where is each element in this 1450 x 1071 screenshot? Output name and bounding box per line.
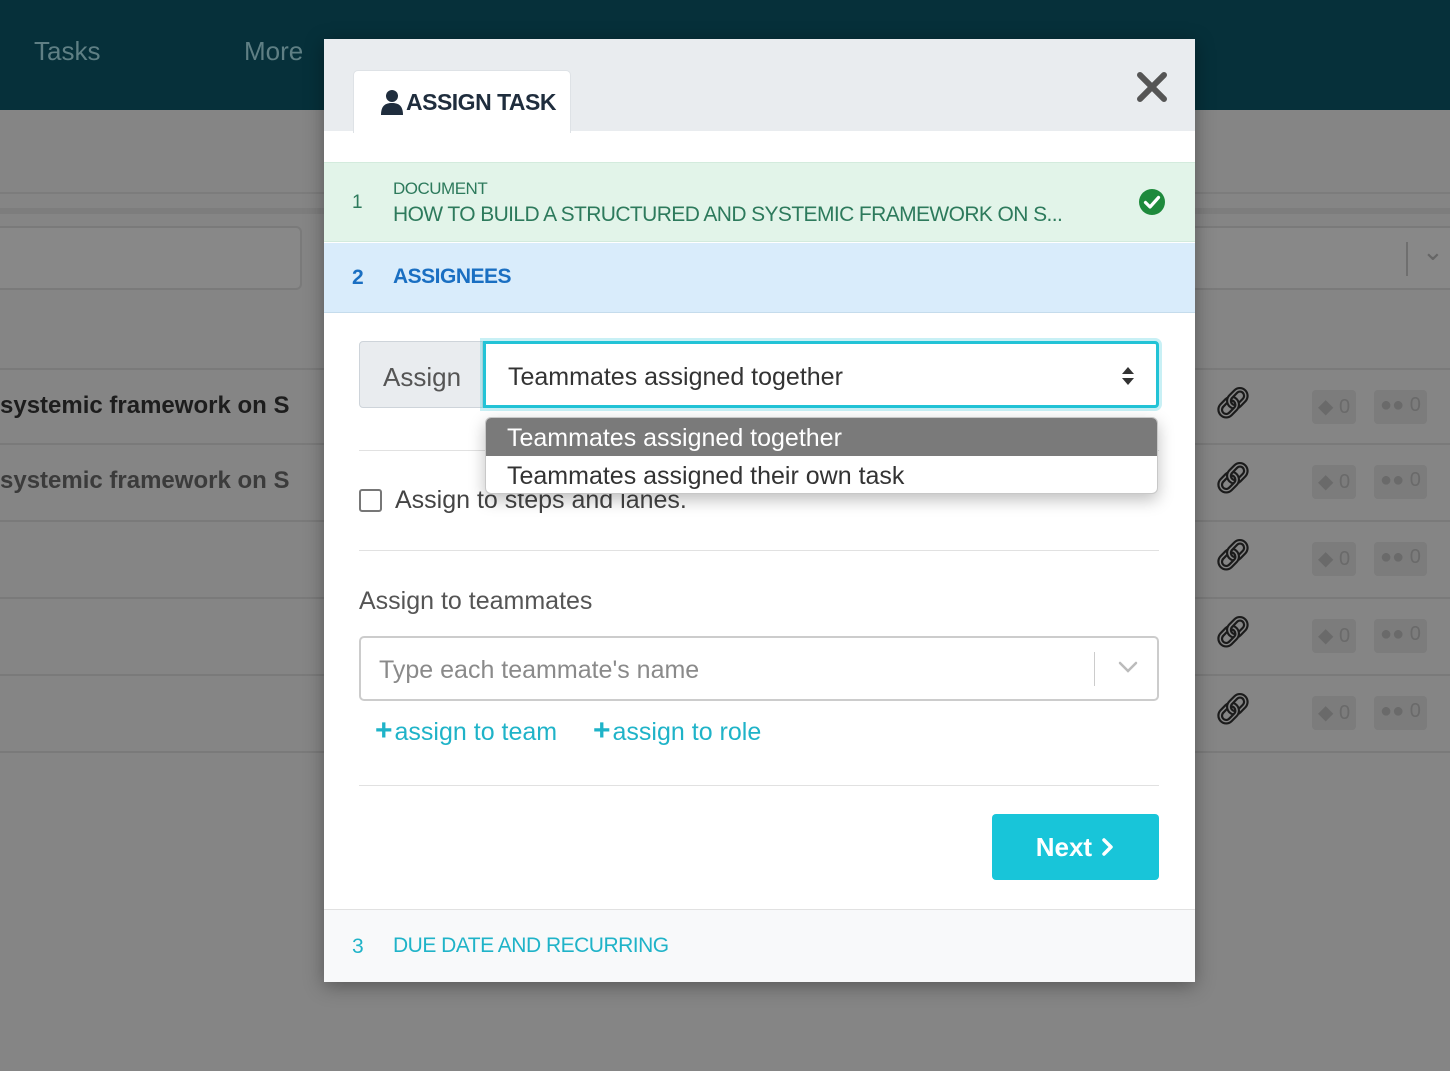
document-title: HOW TO BUILD A STRUCTURED AND SYSTEMIC F… — [393, 203, 1063, 226]
step-assignees[interactable]: 2 ASSIGNEES — [324, 243, 1195, 313]
members-count-badge: ●● 0 — [1374, 542, 1427, 576]
assign-task-modal: ASSIGN TASK 1 DOCUMENT HOW TO BUILD A ST… — [324, 39, 1195, 982]
tag-count-badge: ◆ 0 — [1312, 619, 1357, 653]
step-label: DUE DATE AND RECURRING — [393, 934, 669, 957]
step-number: 1 — [352, 192, 363, 213]
assign-addon-text: Assign — [383, 362, 462, 392]
chevron-down-icon: ⌄ — [1422, 236, 1444, 266]
tag-count-badge: ◆ 0 — [1312, 390, 1357, 424]
dropdown-option-own-task[interactable]: Teammates assigned their own task — [486, 456, 1157, 493]
next-button[interactable]: Next — [992, 814, 1159, 880]
tag-count-badge: ◆ 0 — [1312, 696, 1357, 730]
tab-assign-task[interactable]: ASSIGN TASK — [353, 70, 571, 133]
members-count-badge: ●● 0 — [1374, 619, 1427, 653]
input-separator — [1094, 652, 1095, 686]
members-count-badge: ●● 0 — [1374, 465, 1427, 499]
chevron-right-icon — [1102, 838, 1114, 856]
teammates-input[interactable]: Type each teammate's name — [359, 636, 1159, 701]
plus-icon: + — [375, 714, 393, 747]
dropdown-option-together[interactable]: Teammates assigned together — [486, 418, 1157, 456]
step-label: ASSIGNEES — [393, 265, 512, 288]
background-filter-select: ⌄ — [1190, 226, 1450, 290]
assign-mode-dropdown: Teammates assigned together Teammates as… — [485, 417, 1158, 494]
task-title: systemic framework on S — [0, 392, 290, 419]
step-label: DOCUMENT — [393, 179, 488, 198]
task-title: systemic framework on S — [0, 467, 290, 494]
assign-to-team-text: assign to team — [394, 718, 558, 746]
plus-icon: + — [593, 714, 611, 747]
steps-lanes-checkbox[interactable] — [359, 489, 382, 512]
teammates-label: Assign to teammates — [359, 587, 593, 615]
link-icon: 🔗︎ — [1214, 462, 1253, 495]
step-due-date[interactable]: 3 DUE DATE AND RECURRING — [324, 909, 1195, 982]
link-icon: 🔗︎ — [1214, 539, 1253, 572]
members-count-badge: ●● 0 — [1374, 696, 1427, 730]
tag-count-badge: ◆ 0 — [1312, 465, 1357, 499]
teammates-placeholder: Type each teammate's name — [379, 656, 700, 684]
background-search-input — [0, 226, 302, 290]
user-icon — [381, 90, 403, 115]
assign-to-role-text: assign to role — [612, 718, 762, 746]
assign-mode-value: Teammates assigned together — [508, 363, 843, 391]
tab-label: ASSIGN TASK — [406, 89, 556, 115]
link-icon: 🔗︎ — [1214, 616, 1253, 649]
step-document[interactable]: 1 DOCUMENT HOW TO BUILD A STRUCTURED AND… — [324, 162, 1195, 242]
nav-tasks[interactable]: Tasks — [34, 36, 100, 67]
link-icon: 🔗︎ — [1214, 693, 1253, 726]
assign-to-team-link[interactable]: +assign to team — [375, 714, 557, 748]
next-button-label: Next — [1035, 832, 1093, 862]
assign-mode-select[interactable]: Teammates assigned together — [483, 341, 1159, 408]
members-count-badge: ●● 0 — [1374, 390, 1427, 424]
assign-addon-label: Assign — [359, 341, 483, 408]
select-separator — [1406, 242, 1408, 276]
modal-header: ASSIGN TASK — [324, 39, 1195, 133]
nav-more[interactable]: More — [244, 36, 303, 67]
chevron-down-icon[interactable] — [1117, 660, 1139, 674]
select-arrows-icon — [1122, 367, 1134, 385]
link-icon: 🔗︎ — [1214, 387, 1253, 420]
tag-count-badge: ◆ 0 — [1312, 542, 1357, 576]
step-number: 3 — [352, 935, 364, 958]
divider — [359, 785, 1159, 786]
step-number: 2 — [352, 266, 364, 289]
check-circle-icon — [1139, 189, 1165, 215]
divider — [359, 550, 1159, 551]
assign-to-role-link[interactable]: +assign to role — [593, 714, 761, 748]
close-icon[interactable] — [1132, 67, 1172, 107]
